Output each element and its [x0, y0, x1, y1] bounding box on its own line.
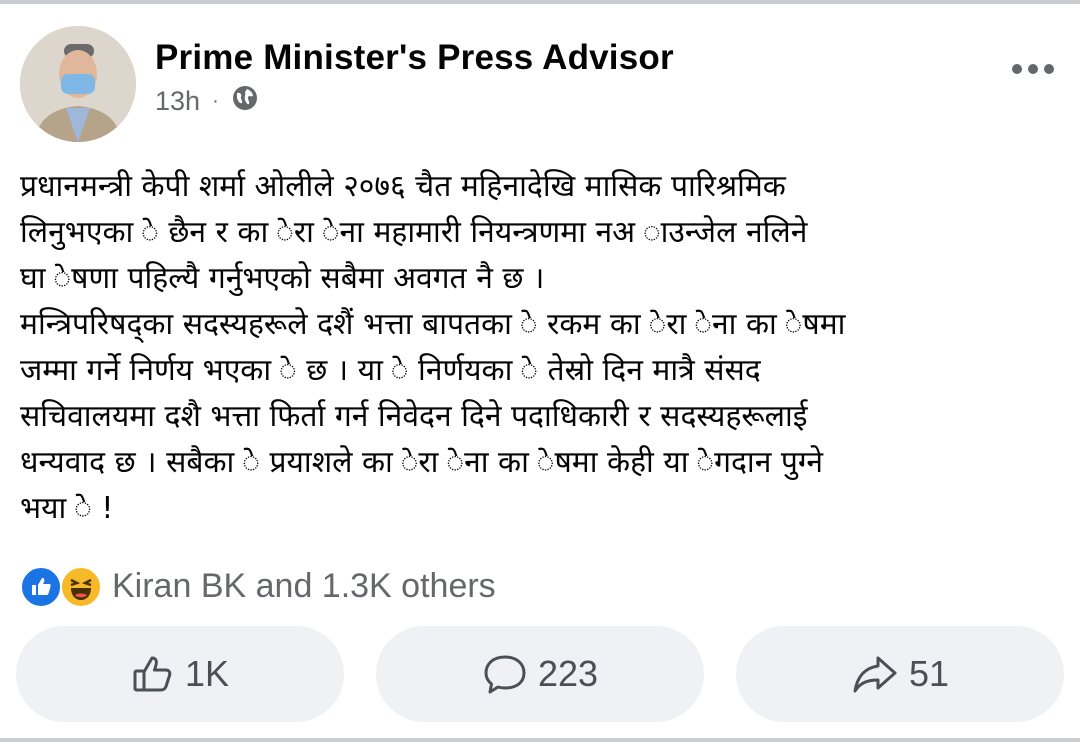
author-name[interactable]: Prime Minister's Press Advisor: [155, 38, 674, 78]
reaction-icons: [20, 566, 106, 608]
author-avatar[interactable]: [20, 26, 136, 142]
share-count: 51: [908, 653, 950, 694]
post-meta: 13h ·: [155, 84, 259, 119]
comment-button[interactable]: 223: [376, 626, 704, 722]
globe-icon: [231, 84, 259, 119]
more-options-icon[interactable]: [1012, 64, 1054, 74]
comment-count: 223: [537, 653, 599, 694]
comment-icon: [482, 652, 528, 696]
meta-separator: ·: [212, 90, 219, 112]
post-time[interactable]: 13h: [155, 86, 200, 117]
reactions-summary[interactable]: Kiran BK and 1.3K others: [20, 566, 496, 608]
thumbs-up-icon: [131, 652, 175, 696]
avatar-image: [20, 26, 136, 142]
like-reaction-icon: [20, 566, 62, 608]
like-count: 1K: [184, 653, 230, 694]
haha-reaction-icon: [60, 566, 102, 608]
like-button[interactable]: 1K: [16, 626, 344, 722]
post-text: प्रधानमन्त्री केपी शर्मा ओलीले २०७६ चैत …: [20, 169, 846, 526]
reactions-text: Kiran BK and 1.3K others: [112, 566, 496, 605]
share-arrow-icon: [851, 652, 899, 696]
post-card: Prime Minister's Press Advisor 13h · प्र…: [0, 4, 1080, 738]
share-button[interactable]: 51: [736, 626, 1064, 722]
